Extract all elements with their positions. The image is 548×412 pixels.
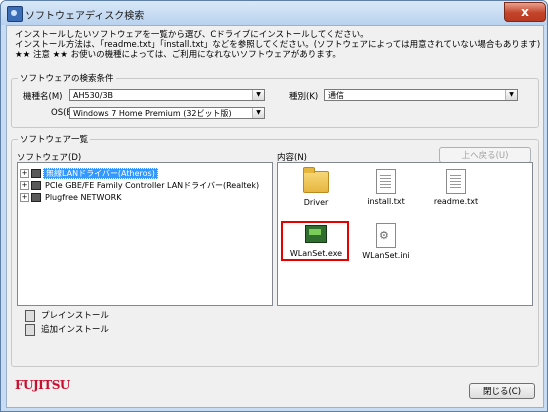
title-bar[interactable]: ソフトウェアディスク検索 x xyxy=(1,1,547,25)
app-icon xyxy=(7,6,23,22)
add-install-icon xyxy=(25,323,35,336)
search-criteria-legend: ソフトウェアの検索条件 xyxy=(18,72,116,84)
ini-file-icon xyxy=(376,223,396,248)
close-button[interactable]: 閉じる(C) xyxy=(469,383,535,399)
file-item[interactable]: readme.txt xyxy=(428,169,484,206)
close-window-button[interactable]: x xyxy=(504,2,546,22)
type-select-value: 通信 xyxy=(328,91,344,100)
preinstall-label: プレインストール xyxy=(41,311,109,321)
up-folder-button[interactable]: 上へ戻る(U) xyxy=(439,147,531,163)
os-select-value: Windows 7 Home Premium (32ビット版) xyxy=(73,109,232,118)
preinstall-icon xyxy=(25,309,35,322)
driver-icon xyxy=(31,169,41,178)
dialog-content: インストールしたいソフトウェアを一覧から選び、Cドライブにインストールしてくださ… xyxy=(6,25,544,408)
file-item[interactable]: Driver xyxy=(288,167,344,207)
tree-item-label: PCIe GBE/FE Family Controller LANドライバー(R… xyxy=(45,181,260,190)
folder-icon xyxy=(303,167,329,193)
tree-item[interactable]: + 無線LANドライバー(Atheros) xyxy=(20,168,158,179)
chevron-down-icon[interactable]: ▼ xyxy=(252,90,264,100)
text-file-icon xyxy=(446,169,466,194)
tree-item[interactable]: + Plugfree NETWORK xyxy=(20,192,123,203)
model-select-value: AH530/3B xyxy=(73,91,114,100)
intro-line-3: ★★ 注意 ★★ お使いの機種によっては、ご利用になれないソフトウェアがあります… xyxy=(15,50,341,60)
expand-icon[interactable]: + xyxy=(20,193,29,202)
file-name: install.txt xyxy=(367,197,405,206)
add-install-action[interactable]: 追加インストール xyxy=(25,323,109,336)
file-item[interactable]: WLanSet.ini xyxy=(358,223,414,260)
model-select[interactable]: AH530/3B ▼ xyxy=(69,89,265,101)
expand-icon[interactable]: + xyxy=(20,169,29,178)
preinstall-action[interactable]: プレインストール xyxy=(25,309,109,322)
tree-item-label: 無線LANドライバー(Atheros) xyxy=(43,168,158,179)
file-item[interactable]: install.txt xyxy=(358,169,414,206)
intro-text: インストールしたいソフトウェアを一覧から選び、Cドライブにインストールしてくださ… xyxy=(15,30,540,60)
window-title: ソフトウェアディスク検索 xyxy=(25,11,145,22)
intro-line-2: インストール方法は、「readme.txt」「install.txt」などを参照… xyxy=(15,40,541,50)
chevron-down-icon[interactable]: ▼ xyxy=(505,90,517,100)
text-file-icon xyxy=(376,169,396,194)
type-select[interactable]: 通信 ▼ xyxy=(324,89,518,101)
expand-icon[interactable]: + xyxy=(20,181,29,190)
search-criteria-group: ソフトウェアの検索条件 xyxy=(11,72,539,128)
type-label: 種別(K) xyxy=(289,92,319,102)
file-name: readme.txt xyxy=(433,197,479,206)
highlight-box xyxy=(281,221,349,261)
chevron-down-icon[interactable]: ▼ xyxy=(252,108,264,118)
driver-icon xyxy=(31,181,41,190)
tree-item-label: Plugfree NETWORK xyxy=(45,193,122,202)
file-name: WLanSet.ini xyxy=(362,251,410,260)
model-label: 機種名(M) xyxy=(23,92,63,102)
intro-line-1: インストールしたいソフトウェアを一覧から選び、Cドライブにインストールしてくださ… xyxy=(15,30,369,40)
software-list-legend: ソフトウェア一覧 xyxy=(18,133,91,145)
file-name: Driver xyxy=(303,198,329,207)
driver-icon xyxy=(31,193,41,202)
os-select[interactable]: Windows 7 Home Premium (32ビット版) ▼ xyxy=(69,107,265,119)
software-disc-search-window: ソフトウェアディスク検索 x インストールしたいソフトウェアを一覧から選び、Cド… xyxy=(0,0,548,412)
fujitsu-logo: FUJITSU xyxy=(15,378,70,392)
tree-item[interactable]: + PCIe GBE/FE Family Controller LANドライバー(… xyxy=(20,180,261,191)
add-install-label: 追加インストール xyxy=(41,325,109,335)
software-tree[interactable]: + 無線LANドライバー(Atheros) + PCIe GBE/FE Family… xyxy=(17,162,273,306)
